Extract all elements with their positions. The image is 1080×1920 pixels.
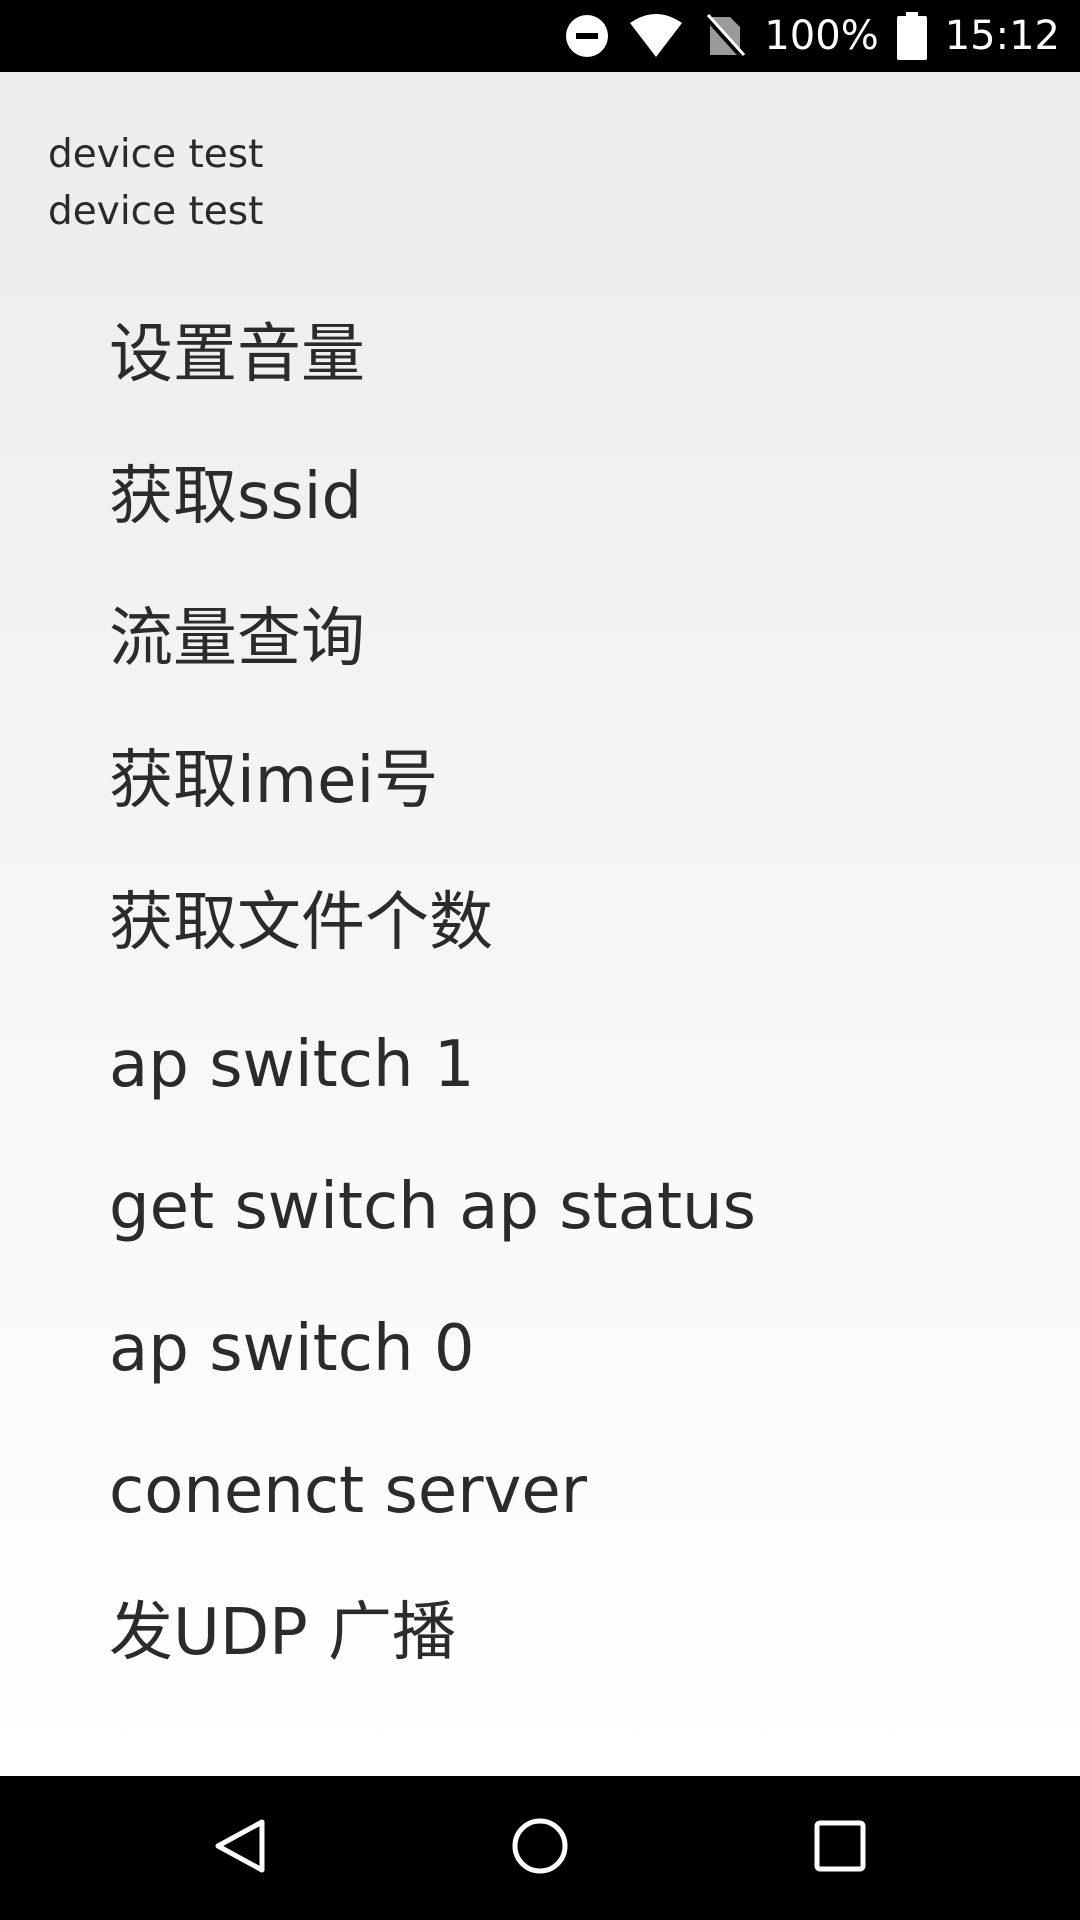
get-switch-ap-status-button[interactable]: get switch ap status bbox=[109, 1136, 1009, 1278]
home-button[interactable] bbox=[468, 1776, 612, 1920]
action-list: 设置音量 获取ssid 流量查询 获取imei号 获取文件个数 ap switc… bbox=[109, 284, 1009, 1704]
connect-server-button[interactable]: conenct server bbox=[109, 1420, 1009, 1562]
no-sim-icon bbox=[702, 13, 746, 59]
get-imei-button[interactable]: 获取imei号 bbox=[109, 710, 1009, 852]
back-button[interactable] bbox=[168, 1776, 312, 1920]
do-not-disturb-icon bbox=[564, 13, 610, 59]
battery-percent: 100% bbox=[764, 13, 879, 59]
home-icon bbox=[510, 1816, 570, 1880]
back-icon bbox=[210, 1816, 270, 1880]
header-line-2: device test bbox=[48, 189, 264, 234]
recents-button[interactable] bbox=[768, 1776, 912, 1920]
set-volume-button[interactable]: 设置音量 bbox=[109, 284, 1009, 426]
battery-icon bbox=[896, 12, 927, 60]
ap-switch-0-button[interactable]: ap switch 0 bbox=[109, 1278, 1009, 1420]
wifi-icon bbox=[628, 13, 684, 59]
ap-switch-1-button[interactable]: ap switch 1 bbox=[109, 994, 1009, 1136]
main-content: device test device test 设置音量 获取ssid 流量查询… bbox=[0, 72, 1080, 1776]
udp-broadcast-button[interactable]: 发UDP 广播 bbox=[109, 1562, 1009, 1704]
status-clock: 15:12 bbox=[944, 13, 1060, 59]
status-icons: 100% 15:12 bbox=[564, 0, 1060, 72]
get-file-count-button[interactable]: 获取文件个数 bbox=[109, 852, 1009, 994]
status-bar: 100% 15:12 bbox=[0, 0, 1080, 72]
recents-icon bbox=[812, 1818, 868, 1878]
header-line-1: device test bbox=[48, 132, 264, 177]
get-ssid-button[interactable]: 获取ssid bbox=[109, 426, 1009, 568]
navigation-bar bbox=[0, 1776, 1080, 1920]
traffic-query-button[interactable]: 流量查询 bbox=[109, 568, 1009, 710]
header-text: device test device test bbox=[48, 126, 263, 240]
